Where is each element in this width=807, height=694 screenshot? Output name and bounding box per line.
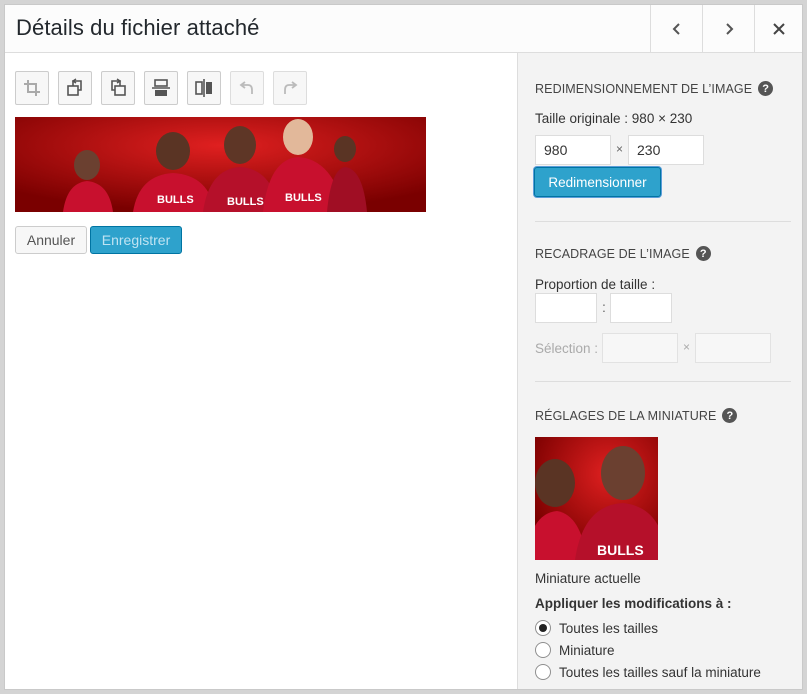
original-size-label: Taille originale : 980 × 230 — [535, 111, 693, 126]
section-divider — [535, 381, 791, 382]
redo-button[interactable] — [273, 71, 307, 105]
apply-all-except-thumbnail-option[interactable]: Toutes les tailles sauf la miniature — [535, 664, 761, 680]
next-button[interactable] — [702, 5, 754, 52]
redo-icon — [284, 81, 298, 94]
help-icon[interactable]: ? — [722, 408, 738, 423]
crop-button[interactable] — [15, 71, 49, 105]
radio-button[interactable] — [535, 664, 551, 680]
aspect-ratio-width-input[interactable] — [535, 293, 597, 323]
section-divider — [535, 221, 791, 222]
attachment-details-modal: Détails du fichier attaché BULLS BULLS B… — [4, 4, 803, 690]
modal-title: Détails du fichier attaché — [16, 15, 260, 40]
image-editor: BULLS BULLS BULLS Annuler Enregistrer — [5, 53, 517, 689]
crop-icon — [24, 80, 40, 96]
resize-height-input[interactable]: 230 — [628, 135, 704, 165]
aspect-ratio-label: Proportion de taille : — [535, 277, 656, 292]
svg-text:BULLS: BULLS — [285, 192, 322, 204]
selection-separator: × — [683, 340, 691, 354]
aspect-ratio-height-input[interactable] — [610, 293, 672, 323]
undo-button[interactable] — [230, 71, 264, 105]
svg-text:BULLS: BULLS — [597, 542, 644, 558]
svg-text:BULLS: BULLS — [157, 194, 194, 206]
help-icon[interactable]: ? — [758, 81, 774, 96]
thumbnail-photo: BULLS — [535, 437, 658, 560]
image-settings-sidebar: REDIMENSIONNEMENT DE L’IMAGE ? Taille or… — [517, 53, 802, 689]
image-preview: BULLS BULLS BULLS — [15, 117, 426, 212]
flip-vertical-icon — [152, 79, 170, 96]
rotate-right-button[interactable] — [101, 71, 135, 105]
chevron-left-icon — [672, 22, 680, 35]
resize-button[interactable]: Redimensionner — [534, 167, 661, 197]
previous-button[interactable] — [650, 5, 702, 52]
rotate-left-icon — [67, 78, 82, 96]
resize-width-input[interactable]: 980 — [535, 135, 611, 165]
current-thumbnail-label: Miniature actuelle — [535, 571, 641, 586]
flip-horizontal-button[interactable] — [187, 71, 221, 105]
selection-height-input[interactable] — [695, 333, 771, 363]
radio-button[interactable] — [535, 620, 551, 636]
apply-all-sizes-option[interactable]: Toutes les tailles — [535, 620, 658, 636]
modal-header: Détails du fichier attaché — [5, 5, 802, 53]
radio-button[interactable] — [535, 642, 551, 658]
rotate-left-button[interactable] — [58, 71, 92, 105]
resize-separator: × — [616, 142, 624, 156]
undo-icon — [239, 81, 253, 94]
selection-label: Sélection : — [535, 341, 599, 356]
thumbnail-section-title: RÉGLAGES DE LA MINIATURE ? — [535, 408, 738, 423]
crop-section-title: RECADRAGE DE L’IMAGE ? — [535, 246, 711, 261]
aspect-ratio-separator: : — [602, 299, 606, 315]
help-icon[interactable]: ? — [695, 246, 711, 261]
flip-horizontal-icon — [195, 79, 212, 97]
apply-thumbnail-option[interactable]: Miniature — [535, 642, 615, 658]
flip-vertical-button[interactable] — [144, 71, 178, 105]
chevron-right-icon — [725, 22, 733, 35]
selection-width-input[interactable] — [602, 333, 678, 363]
basketball-team-photo: BULLS BULLS BULLS — [15, 117, 426, 212]
apply-changes-label: Appliquer les modifications à : — [535, 596, 732, 611]
rotate-right-icon — [111, 78, 126, 96]
close-icon — [772, 22, 785, 35]
current-thumbnail: BULLS — [535, 437, 658, 560]
save-button[interactable]: Enregistrer — [90, 226, 182, 254]
resize-section-title: REDIMENSIONNEMENT DE L’IMAGE ? — [535, 81, 774, 96]
svg-text:BULLS: BULLS — [227, 196, 264, 208]
cancel-button[interactable]: Annuler — [15, 226, 87, 254]
close-button[interactable] — [754, 5, 802, 52]
